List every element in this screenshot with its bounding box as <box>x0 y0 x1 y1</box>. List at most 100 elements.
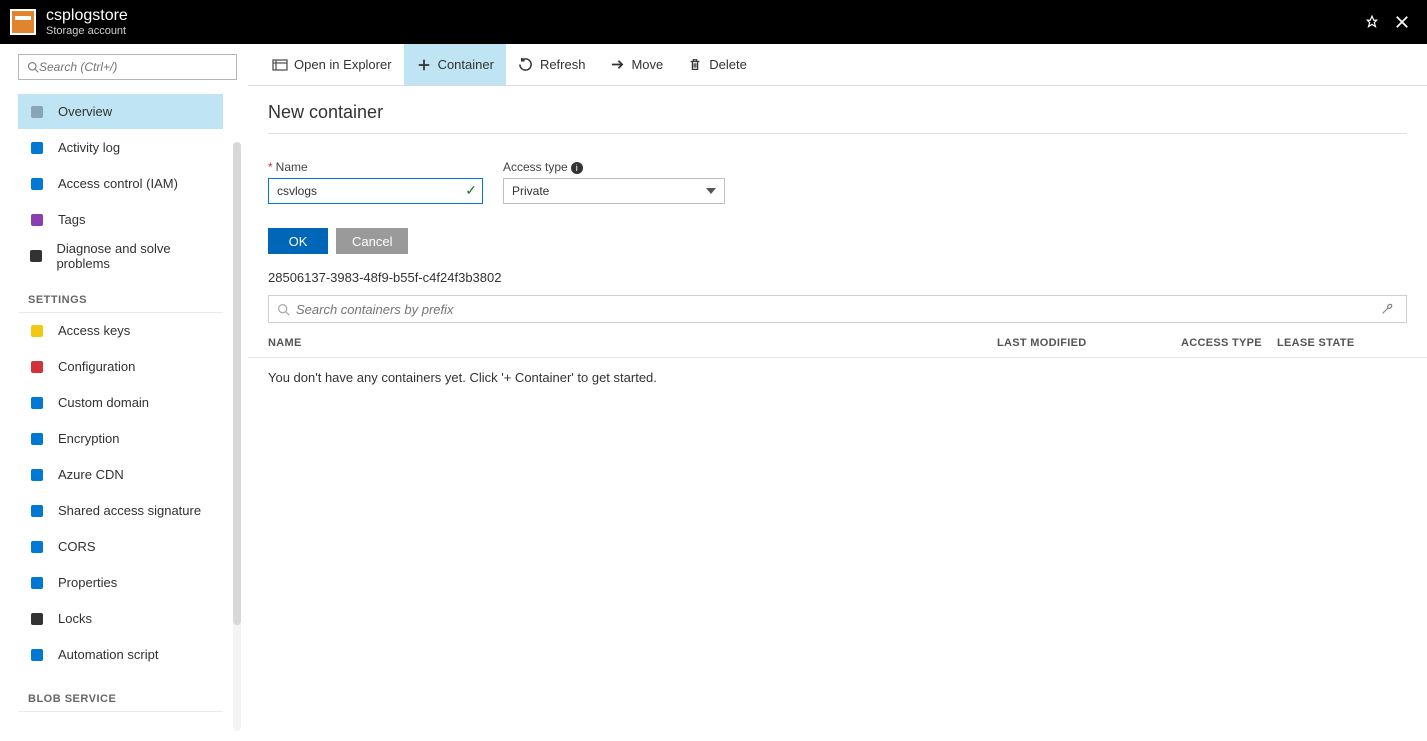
open-in-explorer-button[interactable]: Open in Explorer <box>260 44 404 85</box>
lock-icon <box>28 430 46 448</box>
close-button[interactable] <box>1387 7 1417 37</box>
arrow-right-icon <box>609 57 625 73</box>
sidebar-item-label: Overview <box>58 104 112 119</box>
panel-divider <box>268 133 1407 134</box>
refresh-label: Refresh <box>540 57 586 72</box>
column-last-modified[interactable]: LAST MODIFIED <box>997 337 1147 349</box>
container-table-header: NAME LAST MODIFIED ACCESS TYPE LEASE STA… <box>248 323 1427 358</box>
sidebar-item-encryption[interactable]: Encryption <box>18 421 223 457</box>
refresh-icon <box>518 57 534 73</box>
panel-title: New container <box>268 102 1407 123</box>
sidebar-item-overview[interactable]: Overview <box>18 94 223 130</box>
sidebar-section-settings: SETTINGS <box>18 274 223 313</box>
access-type-select[interactable]: Private <box>503 178 725 204</box>
sidebar-item-access-control-iam-[interactable]: Access control (IAM) <box>18 166 223 202</box>
sidebar-item-tags[interactable]: Tags <box>18 202 223 238</box>
padlock-icon <box>28 610 46 628</box>
config-icon <box>28 358 46 376</box>
sidebar: Overview Activity log Access control (IAM)… <box>0 44 248 741</box>
new-container-panel: New container *Name ✓ Access typei Priva… <box>248 86 1427 264</box>
sidebar-item-label: Access keys <box>58 323 130 338</box>
access-type-group: Access typei Private <box>503 160 725 204</box>
sidebar-item-automation-script[interactable]: Automation script <box>18 637 223 673</box>
sidebar-item-label: Properties <box>58 575 117 590</box>
move-button[interactable]: Move <box>597 44 675 85</box>
info-icon[interactable]: i <box>571 162 583 174</box>
sidebar-item-label: Activity log <box>58 140 120 155</box>
sidebar-item-properties[interactable]: Properties <box>18 565 223 601</box>
cors-icon <box>28 538 46 556</box>
overview-icon <box>28 103 46 121</box>
script-icon <box>28 646 46 664</box>
search-icon <box>277 303 290 316</box>
title-bar: csplogstore Storage account <box>0 0 1427 44</box>
sidebar-item-label: Shared access signature <box>58 503 201 518</box>
add-container-label: Container <box>438 57 494 72</box>
column-name[interactable]: NAME <box>268 337 997 349</box>
column-lease-state[interactable]: LEASE STATE <box>1277 337 1407 349</box>
sidebar-item-cors[interactable]: CORS <box>18 529 223 565</box>
sidebar-scroll-thumb[interactable] <box>233 142 241 625</box>
sidebar-item-custom-domain[interactable]: Custom domain <box>18 385 223 421</box>
sidebar-item-locks[interactable]: Locks <box>18 601 223 637</box>
sidebar-item-diagnose-and-solve-problems[interactable]: Diagnose and solve problems <box>18 238 223 274</box>
sidebar-item-access-keys[interactable]: Access keys <box>18 313 223 349</box>
cancel-button[interactable]: Cancel <box>336 228 408 254</box>
props-icon <box>28 574 46 592</box>
wrench-icon <box>1380 302 1394 316</box>
main-content: Open in Explorer Container Refresh Move <box>248 44 1427 741</box>
container-search-input[interactable] <box>296 302 1376 317</box>
key-icon <box>28 322 46 340</box>
search-icon <box>27 61 39 73</box>
add-container-button[interactable]: Container <box>404 44 506 85</box>
sidebar-item-label: Tags <box>58 212 85 227</box>
subscription-id: 28506137-3983-48f9-b55f-c4f24f3b3802 <box>248 264 1427 285</box>
container-search[interactable] <box>268 295 1407 323</box>
explorer-icon <box>272 57 288 73</box>
command-bar: Open in Explorer Container Refresh Move <box>248 44 1427 86</box>
open-in-explorer-label: Open in Explorer <box>294 57 392 72</box>
move-label: Move <box>631 57 663 72</box>
cdn-icon <box>28 466 46 484</box>
sidebar-scrollbar[interactable] <box>233 142 241 731</box>
settings-wrench-button[interactable] <box>1376 302 1398 316</box>
name-label: *Name <box>268 160 483 174</box>
container-name-input[interactable] <box>268 178 483 204</box>
delete-button[interactable]: Delete <box>675 44 759 85</box>
sidebar-item-label: Azure CDN <box>58 467 124 482</box>
plus-icon <box>416 57 432 73</box>
resource-subtitle: Storage account <box>46 25 128 37</box>
name-field-group: *Name ✓ <box>268 160 483 204</box>
sidebar-item-label: CORS <box>58 539 96 554</box>
sidebar-item-shared-access-signature[interactable]: Shared access signature <box>18 493 223 529</box>
sidebar-item-label: Custom domain <box>58 395 149 410</box>
tag-icon <box>28 211 46 229</box>
storage-account-logo <box>10 9 36 35</box>
empty-state-message: You don't have any containers yet. Click… <box>248 358 1427 397</box>
sidebar-item-label: Diagnose and solve problems <box>56 241 213 271</box>
access-type-label: Access typei <box>503 160 725 174</box>
sidebar-item-activity-log[interactable]: Activity log <box>18 130 223 166</box>
ok-button[interactable]: OK <box>268 228 328 254</box>
column-access-type[interactable]: ACCESS TYPE <box>1147 337 1277 349</box>
sidebar-search[interactable] <box>18 54 237 80</box>
title-block: csplogstore Storage account <box>46 7 128 37</box>
sidebar-item-label: Encryption <box>58 431 119 446</box>
diagnose-icon <box>28 247 44 265</box>
sidebar-item-azure-cdn[interactable]: Azure CDN <box>18 457 223 493</box>
trash-icon <box>687 57 703 73</box>
sidebar-item-label: Access control (IAM) <box>58 176 178 191</box>
refresh-button[interactable]: Refresh <box>506 44 598 85</box>
sidebar-item-label: Automation script <box>58 647 158 662</box>
sidebar-search-input[interactable] <box>39 60 228 74</box>
resource-title: csplogstore <box>46 7 128 25</box>
pin-button[interactable] <box>1357 7 1387 37</box>
delete-label: Delete <box>709 57 747 72</box>
validation-check-icon: ✓ <box>465 182 477 199</box>
sidebar-section-blob-service: BLOB SERVICE <box>18 673 223 712</box>
sidebar-item-label: Locks <box>58 611 92 626</box>
domain-icon <box>28 394 46 412</box>
iam-icon <box>28 175 46 193</box>
sas-icon <box>28 502 46 520</box>
sidebar-item-configuration[interactable]: Configuration <box>18 349 223 385</box>
